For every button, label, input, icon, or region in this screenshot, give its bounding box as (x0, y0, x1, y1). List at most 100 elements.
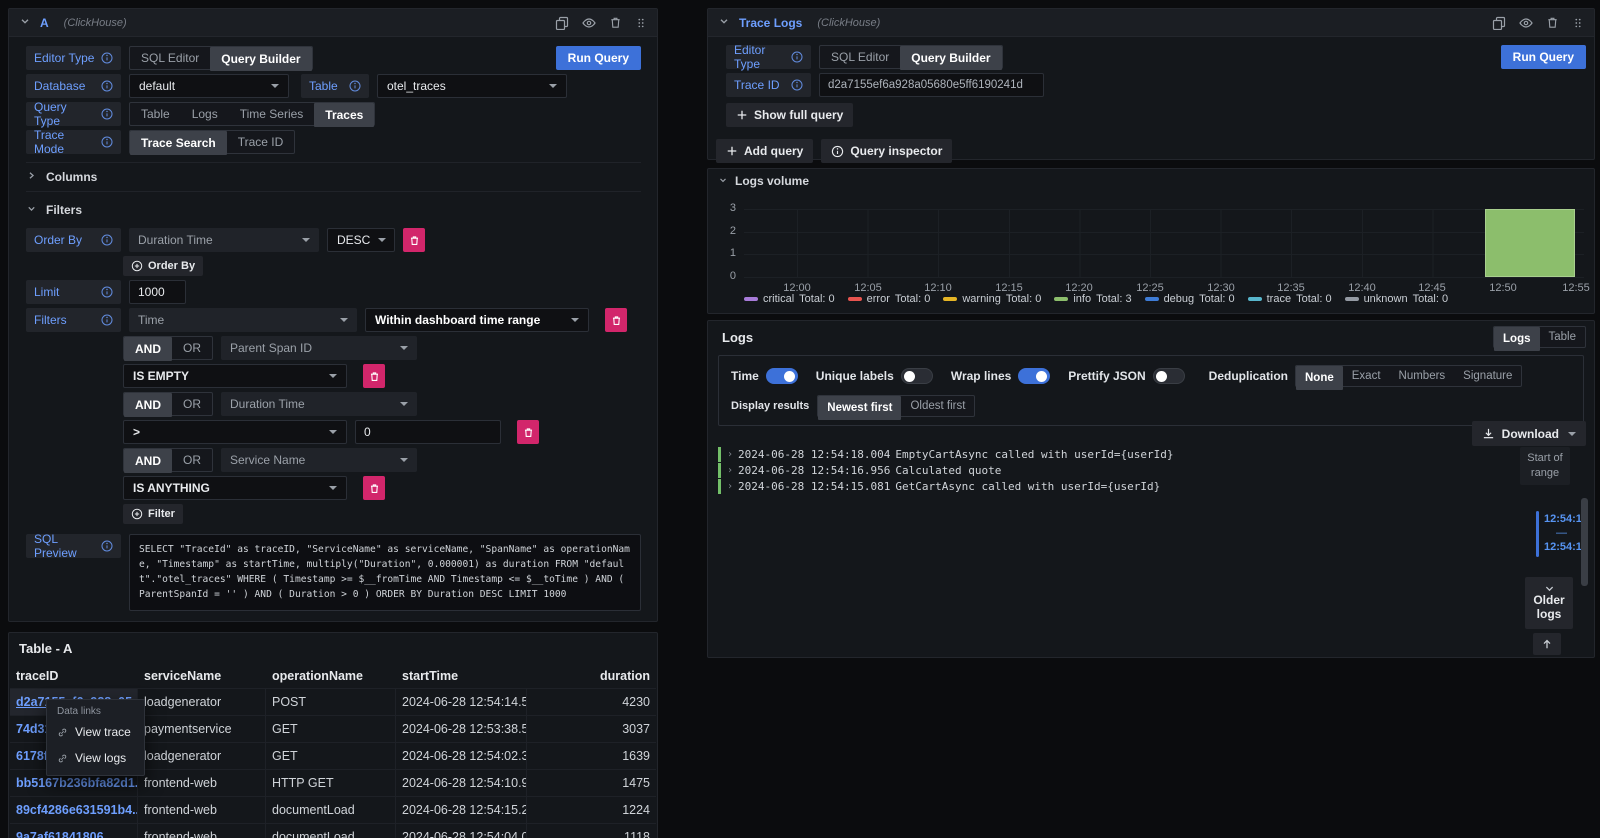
query-type-traces[interactable]: Traces (314, 103, 374, 127)
dashboard: A (ClickHouse) Editor Type SQL Editor Qu… (0, 0, 1600, 838)
download-button[interactable]: Download (1472, 421, 1586, 446)
older-logs-button[interactable]: Older logs (1525, 577, 1573, 629)
and-option[interactable]: AND (124, 449, 172, 473)
dedup-numbers-option[interactable]: Numbers (1390, 366, 1455, 386)
query-builder-option[interactable]: Query Builder (210, 47, 311, 71)
legend-unknown[interactable]: unknownTotal: 0 (1345, 293, 1449, 305)
trash-icon[interactable] (609, 16, 622, 29)
query-inspector-button[interactable]: Query inspector (821, 139, 952, 163)
scrollbar-thumb[interactable] (1581, 498, 1588, 586)
view-logs-option[interactable]: Logs (1494, 327, 1539, 351)
table-select[interactable]: otel_traces (377, 74, 567, 98)
log-line[interactable]: ›2024-06-28 12:54:15.081GetCartAsync cal… (718, 479, 1464, 494)
logs-volume-header[interactable]: Logs volume (708, 169, 1594, 193)
query-type-timeseries[interactable]: Time Series (229, 103, 315, 125)
condition3-operator-select[interactable]: IS ANYTHING (123, 476, 347, 500)
editor-type-toggle: SQL Editor Query Builder (129, 46, 313, 70)
trace-search-option[interactable]: Trace Search (130, 131, 227, 155)
and-option[interactable]: AND (124, 393, 172, 417)
trace-id-option[interactable]: Trace ID (227, 131, 295, 153)
run-query-button[interactable]: Run Query (556, 46, 641, 70)
column-header-operationname[interactable]: operationName (266, 664, 396, 688)
run-query-button[interactable]: Run Query (1501, 45, 1586, 69)
columns-section-header[interactable]: Columns (26, 162, 641, 192)
view-trace-menu-item[interactable]: View trace (47, 719, 144, 745)
database-select[interactable]: default (129, 74, 289, 98)
add-query-button[interactable]: Add query (716, 139, 813, 163)
query-builder-option[interactable]: Query Builder (900, 46, 1001, 70)
condition2-operator-select[interactable]: > (123, 420, 347, 444)
add-filter-button[interactable]: Filter (123, 504, 183, 524)
filter-time-field-select[interactable]: Time (129, 308, 357, 332)
trace-link[interactable]: 89cf4286e631591b4... (10, 796, 138, 823)
or-option[interactable]: OR (172, 393, 212, 415)
expand-chevron-icon[interactable]: › (727, 481, 733, 492)
column-header-servicename[interactable]: serviceName (138, 664, 266, 688)
remove-condition3-button[interactable] (363, 476, 385, 500)
trash-icon[interactable] (1546, 16, 1559, 29)
remove-condition2-button[interactable] (517, 420, 539, 444)
drag-handle-icon[interactable] (1572, 16, 1584, 30)
legend-trace[interactable]: traceTotal: 0 (1248, 293, 1332, 305)
query-type-logs[interactable]: Logs (181, 103, 229, 125)
dedup-signature-option[interactable]: Signature (1454, 366, 1521, 386)
condition2-value-input[interactable]: 0 (355, 420, 501, 444)
trace-id-label: Trace ID (726, 73, 811, 97)
filter-time-operator-select[interactable]: Within dashboard time range (365, 308, 589, 332)
copy-icon[interactable] (555, 16, 569, 30)
column-header-starttime[interactable]: startTime (396, 664, 527, 688)
eye-icon[interactable] (582, 16, 596, 30)
collapse-chevron-icon[interactable] (718, 14, 730, 32)
legend-error[interactable]: errorTotal: 0 (848, 293, 931, 305)
remove-order-by-button[interactable] (403, 228, 425, 252)
collapse-chevron-icon[interactable] (19, 14, 31, 32)
remove-condition1-button[interactable] (363, 364, 385, 388)
view-table-option[interactable]: Table (1540, 327, 1586, 347)
oldest-first-option[interactable]: Oldest first (901, 396, 974, 416)
unique-labels-toggle[interactable] (901, 368, 933, 384)
filters-section-header[interactable]: Filters (26, 196, 641, 224)
order-by-direction-select[interactable]: DESC (327, 228, 395, 252)
column-header-traceid[interactable]: traceID (10, 664, 138, 688)
column-header-duration[interactable]: duration (527, 664, 656, 688)
order-by-field-select[interactable]: Duration Time (129, 228, 319, 252)
or-option[interactable]: OR (172, 449, 212, 471)
expand-chevron-icon[interactable]: › (727, 465, 733, 476)
copy-icon[interactable] (1492, 16, 1506, 30)
or-option[interactable]: OR (172, 337, 212, 359)
eye-icon[interactable] (1519, 16, 1533, 30)
log-line[interactable]: ›2024-06-28 12:54:16.956Calculated quote (718, 463, 1464, 478)
dedup-exact-option[interactable]: Exact (1343, 366, 1390, 386)
sql-editor-option[interactable]: SQL Editor (130, 47, 210, 69)
legend-debug[interactable]: debugTotal: 0 (1145, 293, 1235, 305)
legend-info[interactable]: infoTotal: 3 (1054, 293, 1131, 305)
condition1-field-select[interactable]: Parent Span ID (221, 336, 417, 360)
drag-handle-icon[interactable] (635, 16, 647, 30)
wrap-lines-toggle[interactable] (1018, 368, 1050, 384)
expand-chevron-icon[interactable]: › (727, 449, 733, 460)
and-option[interactable]: AND (124, 337, 172, 361)
x-axis-tick: 12:50 (1489, 282, 1517, 294)
condition1-operator-select[interactable]: IS EMPTY (123, 364, 347, 388)
condition3-field-select[interactable]: Service Name (221, 448, 417, 472)
time-toggle[interactable] (766, 368, 798, 384)
info-logs-bar[interactable] (1485, 209, 1575, 277)
dedup-none-option[interactable]: None (1296, 366, 1343, 390)
add-order-by-button[interactable]: Order By (123, 256, 203, 276)
query-type-table[interactable]: Table (130, 103, 181, 125)
show-full-query-button[interactable]: Show full query (726, 103, 853, 127)
prettify-json-toggle[interactable] (1153, 368, 1185, 384)
trace-link[interactable]: 9a7af61841806... (10, 823, 138, 838)
sql-editor-option[interactable]: SQL Editor (820, 46, 900, 68)
scroll-to-top-button[interactable] (1533, 633, 1561, 655)
legend-critical[interactable]: criticalTotal: 0 (744, 293, 835, 305)
newest-first-option[interactable]: Newest first (818, 396, 901, 420)
legend-warning[interactable]: warningTotal: 0 (943, 293, 1041, 305)
trace-id-input[interactable]: d2a7155ef6a928a05680e5ff6190241d (819, 73, 1044, 97)
remove-time-filter-button[interactable] (605, 308, 627, 332)
logs-volume-chart[interactable]: 12:00 12:05 12:10 12:15 12:20 12:25 12:3… (744, 209, 1584, 277)
condition2-field-select[interactable]: Duration Time (221, 392, 417, 416)
limit-input[interactable]: 1000 (129, 280, 186, 304)
log-line[interactable]: ›2024-06-28 12:54:18.004EmptyCartAsync c… (718, 447, 1464, 462)
view-logs-menu-item[interactable]: View logs (47, 745, 144, 771)
